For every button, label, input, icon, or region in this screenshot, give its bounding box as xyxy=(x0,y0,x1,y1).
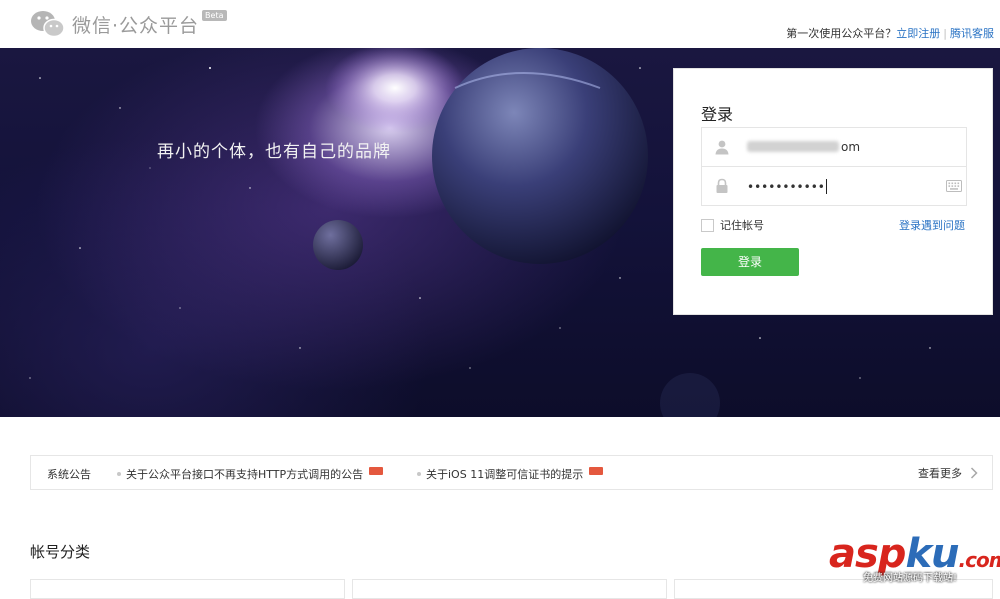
login-button[interactable]: 登录 xyxy=(701,248,799,276)
account-value: om xyxy=(747,140,860,154)
account-category-title: 帐号分类 xyxy=(30,543,91,561)
notice-item[interactable]: 关于iOS 11调整可信证书的提示 xyxy=(417,466,604,482)
support-link[interactable]: 腾讯客服 xyxy=(950,27,994,40)
login-problem-link[interactable]: 登录遇到问题 xyxy=(899,217,965,233)
remember-label: 记住帐号 xyxy=(720,219,764,232)
chevron-right-icon xyxy=(970,467,978,479)
beta-badge: Beta xyxy=(202,9,227,21)
logo[interactable]: 微信·公众平台 Beta xyxy=(30,9,227,39)
login-panel: 登录 om ••••••••••• 记住帐号 登录遇到问题 登录 xyxy=(673,68,993,315)
account-type-card[interactable] xyxy=(30,579,345,599)
remember-checkbox[interactable] xyxy=(701,218,714,232)
remember-account[interactable]: 记住帐号 xyxy=(701,217,764,233)
account-type-card[interactable] xyxy=(352,579,667,599)
lock-icon xyxy=(716,178,728,193)
link-divider: | xyxy=(943,27,947,40)
wechat-logo-icon xyxy=(31,11,65,38)
watermark-tagline: 免费网站源码下载站! xyxy=(863,573,958,584)
hero-slogan: 再小的个体，也有自己的品牌 xyxy=(157,142,391,162)
password-input[interactable]: ••••••••••• xyxy=(701,166,967,206)
notice-item[interactable]: 关于公众平台接口不再支持HTTP方式调用的公告 xyxy=(117,466,384,482)
account-input[interactable]: om xyxy=(701,127,967,167)
login-title: 登录 xyxy=(701,105,734,124)
new-badge-icon xyxy=(589,467,604,475)
masked-account-text xyxy=(747,141,839,152)
password-value: ••••••••••• xyxy=(747,179,827,194)
text-caret xyxy=(825,179,827,194)
header-links: 第一次使用公众平台？立即注册 | 腾讯客服 xyxy=(786,25,994,41)
view-more-link[interactable]: 查看更多 xyxy=(918,465,978,481)
watermark-logo: aspku.com 免费网站源码下载站! xyxy=(829,530,1000,587)
first-time-text: 第一次使用公众平台？ xyxy=(786,27,897,40)
system-notice-bar: 系统公告 关于公众平台接口不再支持HTTP方式调用的公告 关于iOS 11调整可… xyxy=(30,455,993,490)
brand-title: 微信·公众平台 xyxy=(72,14,200,37)
top-header: 微信·公众平台 Beta 第一次使用公众平台？立即注册 | 腾讯客服 xyxy=(0,0,1000,48)
new-badge-icon xyxy=(369,467,384,475)
register-link[interactable]: 立即注册 xyxy=(896,27,940,40)
notice-label: 系统公告 xyxy=(47,468,91,481)
bullet-icon xyxy=(417,472,421,476)
bullet-icon xyxy=(117,472,121,476)
keyboard-icon[interactable] xyxy=(946,180,962,192)
user-icon xyxy=(715,140,729,155)
